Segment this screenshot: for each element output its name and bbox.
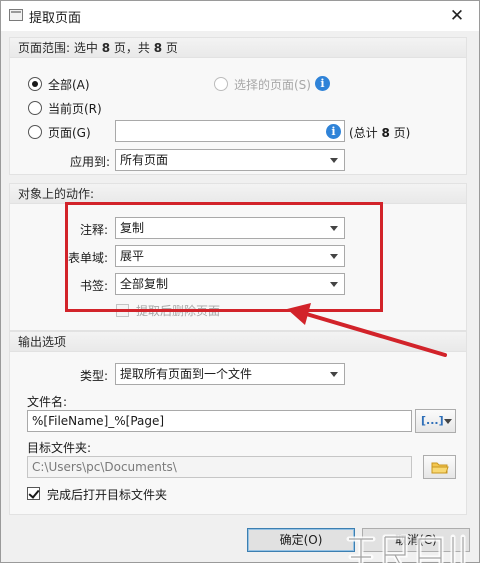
browse-folder-button[interactable] [423, 455, 456, 479]
page-range-group: 页面范围: 选中 8 页，共 8 页 全部(A) 选择的页面(S) i 当前页(… [9, 37, 467, 175]
open-folder-checkbox[interactable] [27, 487, 40, 500]
window-icon [9, 9, 23, 21]
selected-count: 8 [101, 41, 111, 55]
current-page-label[interactable]: 当前页(R) [48, 100, 102, 117]
folder-label: 目标文件夹: [27, 441, 92, 455]
bookmarks-label: 书签: [80, 279, 109, 293]
selected-pages-info-icon[interactable]: i [315, 76, 330, 91]
close-button[interactable]: ✕ [435, 1, 479, 31]
page-range-header-prefix: 页面范围: 选中 [18, 41, 102, 55]
filename-input[interactable]: %[FileName]_%[Page] [27, 410, 412, 432]
cancel-button[interactable]: 取消(C) [362, 528, 470, 552]
chevron-down-icon [330, 226, 338, 231]
annotation-arrow-icon [287, 303, 447, 357]
apply-to-select[interactable]: 所有页面 [115, 149, 345, 171]
form-fields-label: 表单域: [68, 251, 109, 265]
page-range-header-middle: 页，共 [110, 41, 154, 55]
extract-pages-dialog: 提取页面 ✕ 页面范围: 选中 8 页，共 8 页 全部(A) 选择的页面(S)… [0, 0, 480, 563]
chevron-down-icon [330, 254, 338, 259]
all-pages-label[interactable]: 全部(A) [48, 76, 90, 93]
macro-icon: [...] [421, 414, 444, 427]
pages-label[interactable]: 页面(G) [48, 124, 91, 141]
folder-input[interactable]: C:\Users\pc\Documents\ [27, 456, 412, 478]
form-fields-value: 展平 [120, 249, 145, 263]
delete-after-checkbox[interactable] [116, 304, 129, 317]
current-page-radio[interactable] [28, 101, 42, 115]
total-pages-note: (总计 8 页) [349, 124, 410, 141]
annotations-label: 注释: [80, 223, 109, 237]
page-range-header: 页面范围: 选中 8 页，共 8 页 [10, 38, 466, 58]
apply-to-value: 所有页面 [120, 153, 169, 167]
title-bar: 提取页面 ✕ [1, 1, 479, 31]
window-title: 提取页面 [29, 11, 82, 26]
ok-button[interactable]: 确定(O) [247, 528, 355, 552]
folder-icon [431, 462, 449, 474]
chevron-down-icon [444, 419, 452, 424]
dialog-body: 页面范围: 选中 8 页，共 8 页 全部(A) 选择的页面(S) i 当前页(… [1, 31, 479, 563]
total-pages-count: 8 [381, 126, 390, 140]
annotations-value: 复制 [120, 221, 145, 235]
annotations-select[interactable]: 复制 [115, 217, 345, 239]
pages-radio[interactable] [28, 125, 42, 139]
type-select[interactable]: 提取所有页面到一个文件 [115, 363, 345, 385]
pages-info-icon[interactable]: i [326, 124, 341, 139]
total-count: 8 [153, 41, 163, 55]
bookmarks-select[interactable]: 全部复制 [115, 273, 345, 295]
delete-after-label: 提取后删除页面 [136, 304, 221, 318]
pages-input[interactable] [115, 120, 345, 142]
type-value: 提取所有页面到一个文件 [120, 367, 253, 381]
selected-pages-label: 选择的页面(S) [234, 78, 311, 92]
filename-label: 文件名: [27, 395, 68, 409]
chevron-down-icon [330, 372, 338, 377]
form-fields-select[interactable]: 展平 [115, 245, 345, 267]
all-pages-radio[interactable] [28, 77, 42, 91]
open-folder-label[interactable]: 完成后打开目标文件夹 [47, 486, 167, 503]
chevron-down-icon [330, 158, 338, 163]
object-actions-header: 对象上的动作: [10, 184, 466, 204]
chevron-down-icon [330, 282, 338, 287]
bookmarks-value: 全部复制 [120, 277, 169, 291]
apply-to-label: 应用到: [70, 155, 111, 169]
filename-macro-button[interactable]: [...] [415, 409, 456, 433]
selected-pages-radio[interactable] [214, 77, 228, 91]
total-pages-suffix: 页) [389, 126, 411, 140]
type-label: 类型: [80, 369, 109, 383]
page-range-header-suffix: 页 [162, 41, 178, 55]
total-pages-prefix: (总计 [349, 126, 382, 140]
